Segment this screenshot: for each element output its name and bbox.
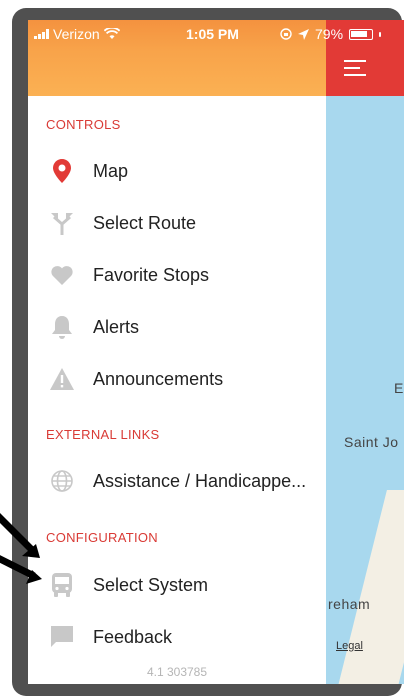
menu-item-label: Favorite Stops	[93, 264, 210, 285]
chat-icon	[48, 623, 76, 651]
phone-screen: E Saint Jo reham Legal Verizon 1:05 PM 7…	[28, 20, 404, 684]
menu-item-label: Assistance / Handicappe...	[93, 470, 307, 491]
menu-item-alerts[interactable]: Alerts	[28, 304, 326, 350]
map-label-saint-jo: Saint Jo	[344, 434, 399, 450]
navigation-drawer: CONTROLS Map Select Route Favorite Stops…	[28, 96, 326, 684]
menu-item-select-route[interactable]: Select Route	[28, 200, 326, 246]
signal-icon	[34, 29, 49, 39]
menu-item-map[interactable]: Map	[28, 148, 326, 194]
globe-icon	[48, 467, 76, 495]
map-label-e: E	[394, 380, 404, 396]
menu-item-label: Map	[93, 160, 129, 181]
menu-item-favorite-stops[interactable]: Favorite Stops	[28, 252, 326, 298]
warning-icon	[48, 365, 76, 393]
app-version: 4.1 303785	[146, 665, 208, 679]
location-arrow-icon	[298, 28, 309, 40]
bus-icon	[48, 571, 76, 599]
battery-percent: 79%	[315, 26, 344, 42]
menu-item-label: Select System	[93, 574, 209, 595]
menu-item-assistance[interactable]: Assistance / Handicappe...	[28, 458, 326, 504]
map-view[interactable]: E Saint Jo reham Legal	[326, 20, 404, 684]
battery-icon	[349, 28, 374, 40]
annotation-arrows	[0, 513, 42, 584]
hamburger-menu-icon[interactable]	[344, 60, 366, 76]
status-time: 1:05 PM	[186, 26, 239, 42]
carrier-name: Verizon	[53, 26, 100, 42]
rotation-lock-icon	[280, 28, 292, 40]
route-fork-icon	[48, 209, 76, 237]
wifi-icon	[103, 28, 120, 39]
map-legal-link[interactable]: Legal	[336, 640, 363, 652]
menu-item-label: Select Route	[93, 212, 197, 233]
bell-icon	[48, 313, 76, 341]
menu-item-label: Feedback	[93, 626, 173, 647]
map-pin-icon	[48, 157, 76, 185]
status-bar: Verizon 1:05 PM 79%	[28, 20, 404, 46]
section-title-external-links: EXTERNAL LINKS	[46, 427, 160, 442]
heart-icon	[48, 261, 76, 289]
section-title-controls: CONTROLS	[46, 117, 121, 132]
map-label-reham: reham	[328, 596, 371, 612]
menu-item-select-system[interactable]: Select System	[28, 562, 326, 608]
status-right: 79%	[280, 26, 382, 42]
menu-item-label: Alerts	[93, 316, 140, 337]
menu-item-feedback[interactable]: Feedback	[28, 614, 326, 660]
carrier: Verizon	[34, 26, 120, 42]
menu-item-label: Announcements	[93, 368, 224, 389]
section-title-configuration: CONFIGURATION	[46, 530, 158, 545]
menu-item-announcements[interactable]: Announcements	[28, 356, 326, 402]
map-land	[337, 490, 404, 684]
